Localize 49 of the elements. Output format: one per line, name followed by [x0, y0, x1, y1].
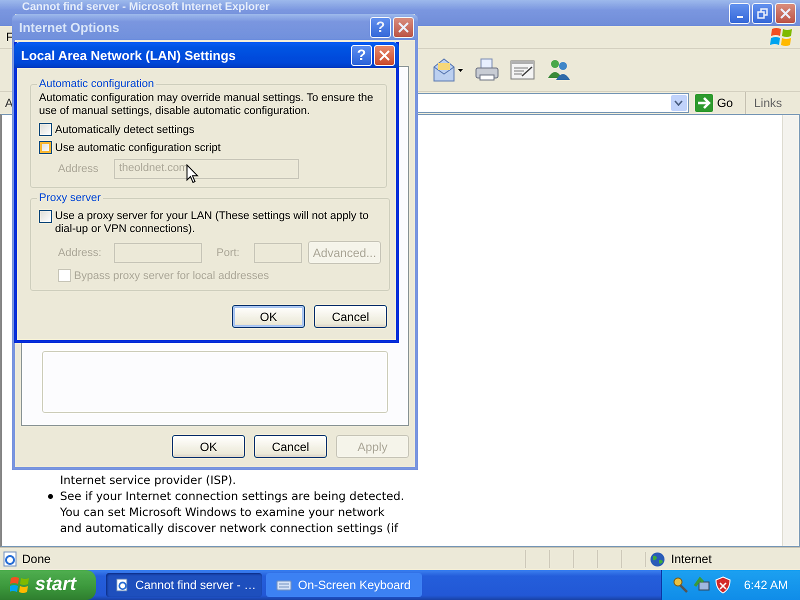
group-title: Automatic configuration — [38, 78, 155, 90]
close-icon — [398, 22, 409, 32]
restore-button[interactable] — [752, 2, 773, 24]
dialog-button[interactable]: Cancel — [314, 305, 387, 328]
page-text: See if your Internet connection settings are being detected. You can set Microsoft Windows to examine your network and automatically discover network connection settings (if — [60, 488, 404, 536]
port-label: Port: — [215, 246, 241, 258]
help-button[interactable]: ? — [351, 44, 372, 66]
start-button[interactable]: start — [0, 570, 96, 600]
browser-icon — [116, 577, 130, 593]
globe-icon — [650, 552, 665, 566]
arrow-icon — [694, 94, 713, 112]
minimize-button[interactable] — [729, 2, 750, 24]
dialog-button[interactable]: OK — [172, 435, 245, 458]
minimize-icon — [736, 16, 742, 18]
dialog-button[interactable]: Cancel — [254, 435, 327, 458]
printer-icon[interactable] — [474, 57, 500, 83]
status-text: Done — [22, 552, 51, 566]
close-icon — [780, 8, 791, 18]
dialog-title: Local Area Network (LAN) Settings — [21, 48, 237, 62]
description-text: Automatic configuration may override manual settings. To ensure the use of manual settings, disable automatic configuration. — [39, 92, 374, 118]
taskbar-button[interactable]: Cannot find server - … — [106, 573, 262, 597]
people-icon[interactable] — [546, 58, 572, 82]
address-label: Address: — [58, 246, 102, 258]
group-title: Proxy server — [38, 192, 102, 204]
zone-text: Internet — [671, 552, 712, 566]
port-field[interactable] — [254, 242, 302, 262]
windows-logo-icon — [10, 576, 30, 594]
restore-icon — [757, 8, 768, 18]
window-title: Cannot find server - Microsoft Internet Explorer — [22, 0, 271, 13]
checkbox-option[interactable]: Automatically detect settings — [39, 123, 378, 136]
close-button[interactable] — [374, 44, 395, 66]
shield-icon[interactable] — [714, 576, 732, 594]
mail-icon[interactable] — [432, 57, 464, 83]
clock: 6:42 AM — [744, 578, 788, 592]
edit-icon[interactable] — [510, 59, 536, 81]
links-label[interactable]: Links — [746, 96, 800, 110]
page-text: Internet service provider (ISP). — [60, 472, 237, 488]
close-icon — [379, 50, 390, 60]
dialog-button[interactable]: OK — [232, 305, 305, 328]
dialog-title: Internet Options — [19, 20, 120, 34]
taskbar-button[interactable]: On-Screen Keyboard — [266, 573, 422, 597]
page-icon — [2, 551, 18, 567]
scrollbar[interactable] — [782, 115, 799, 546]
address-label: Address — [58, 163, 100, 175]
windows-logo-icon — [770, 26, 794, 48]
close-button[interactable] — [775, 2, 796, 24]
bullet-icon — [48, 494, 53, 499]
mouse-pointer-icon — [186, 164, 199, 184]
checkbox-option[interactable]: Use automatic configuration script — [39, 141, 378, 154]
